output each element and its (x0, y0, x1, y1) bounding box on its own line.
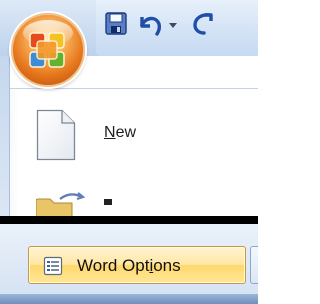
menu-item-new-label: New (104, 124, 137, 141)
footer-bottom-border (0, 294, 258, 304)
new-document-icon (36, 109, 76, 161)
divider (0, 216, 258, 224)
menu-item-new[interactable]: New (36, 109, 236, 161)
open-folder-icon[interactable] (36, 191, 88, 216)
exit-word-button[interactable] (250, 246, 258, 284)
office-logo-icon (29, 32, 65, 68)
office-menu-top-panel: New (0, 0, 258, 216)
menu-item-open-label-fragment (104, 199, 112, 205)
chevron-down-icon[interactable] (167, 11, 179, 37)
menu-left-border (0, 56, 10, 216)
office-menu-footer: Word Options (0, 224, 258, 304)
office-menu-list: New (0, 88, 258, 216)
word-options-button[interactable]: Word Options (28, 246, 246, 284)
redo-icon[interactable] (190, 11, 216, 37)
word-options-icon (43, 256, 63, 276)
office-button[interactable] (11, 13, 85, 87)
save-icon[interactable] (104, 11, 130, 37)
undo-icon[interactable] (137, 11, 163, 37)
word-options-label: Word Options (77, 256, 181, 275)
